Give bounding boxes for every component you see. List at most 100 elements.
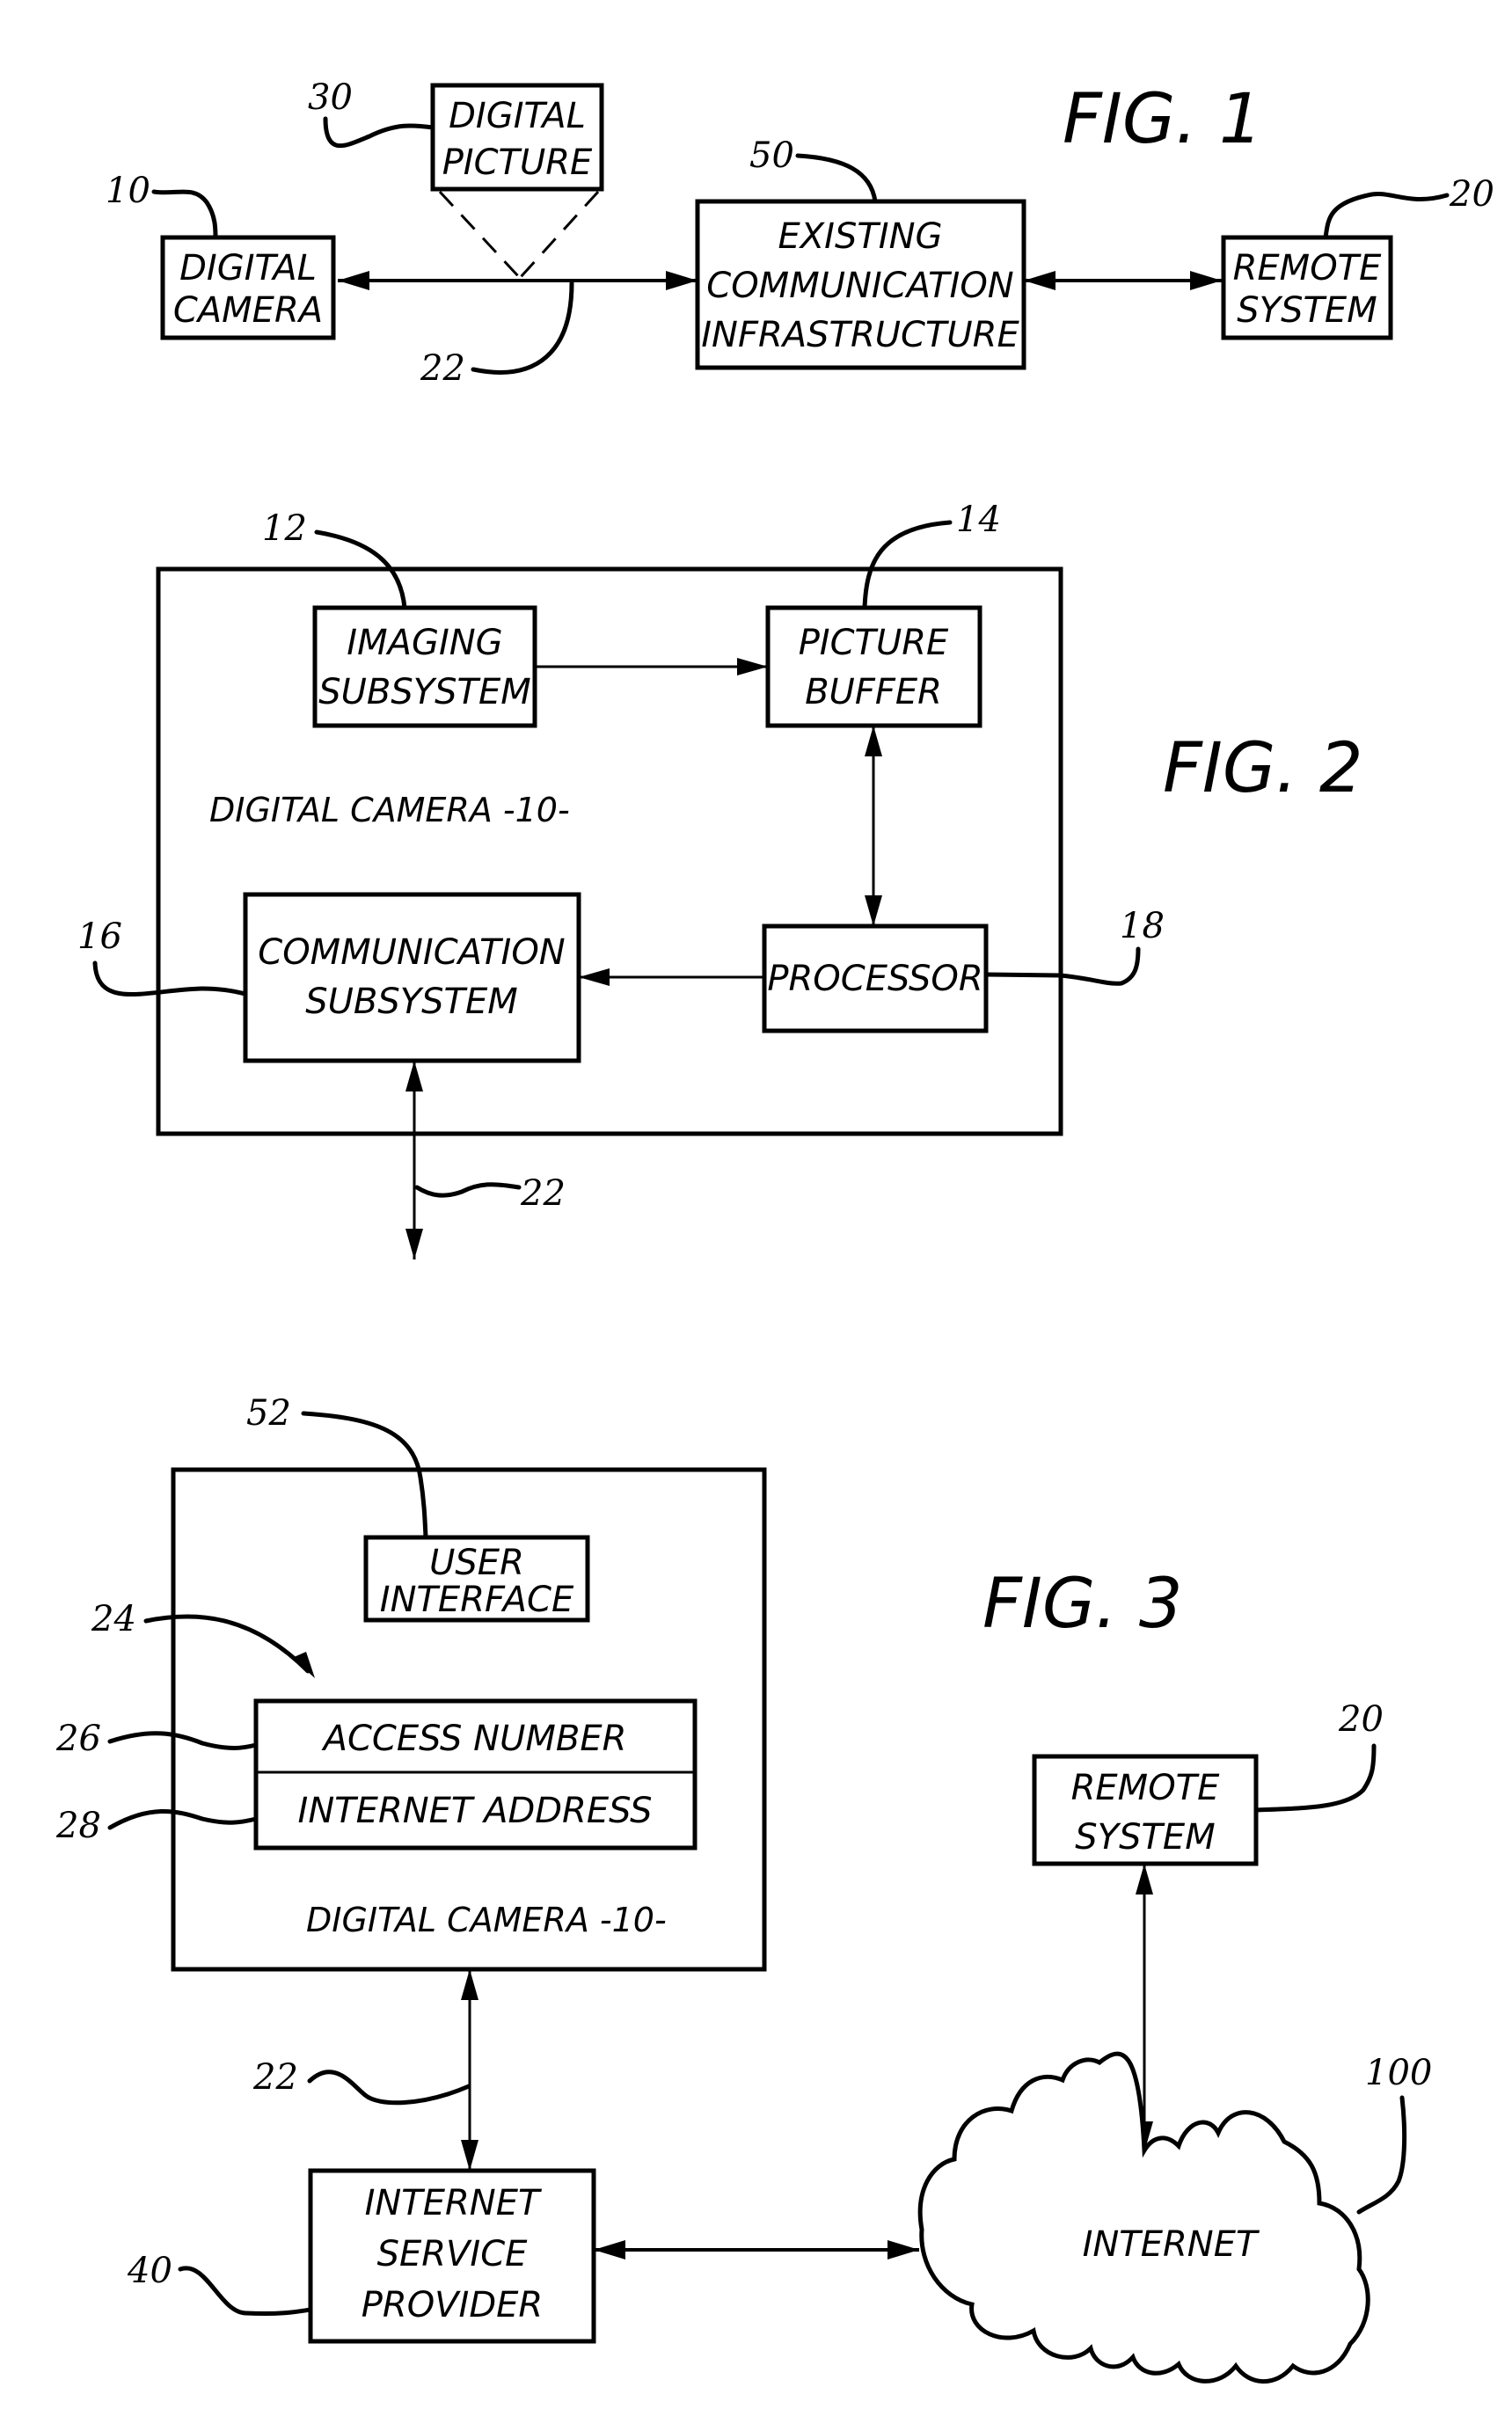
fig3-isp-label-line1: INTERNET: [365, 2183, 543, 2223]
fig1-title: FIG. 1: [1063, 80, 1263, 159]
fig2-title: FIG. 2: [1163, 729, 1363, 808]
fig1-infra-label-line1: EXISTING: [778, 216, 942, 257]
fig1-remote-label-line1: REMOTE: [1233, 248, 1382, 288]
fig1-leader-50: [795, 153, 878, 204]
fig2-imaging-to-buffer-arrow: [535, 658, 768, 675]
fig2-ref-16: 16: [77, 916, 122, 957]
arrowhead-up: [865, 726, 882, 756]
fig2-leader-14: [862, 520, 953, 610]
fig2-ref-12: 12: [262, 508, 307, 549]
fig1-digital-camera-label-line2: CAMERA: [173, 290, 323, 331]
fig3-leader-28: [107, 1808, 259, 1830]
figure-3: FIG. 3 DIGITAL CAMERA -10- USER INTERFAC…: [55, 1393, 1432, 2384]
fig2-communication-subsystem-box: COMMUNICATION SUBSYSTEM: [243, 892, 581, 1063]
fig2-container-caption: DIGITAL CAMERA -10-: [209, 791, 570, 829]
arrowhead-right: [737, 658, 768, 675]
figure-1: FIG. 1 DIGITAL CAMERA DIGITAL PICTURE EX…: [106, 77, 1494, 389]
fig3-internet-address-field: INTERNET ADDRESS: [298, 1791, 653, 1831]
fig3-ref-40: 40: [127, 2251, 172, 2291]
fig3-leader-52: [301, 1411, 428, 1540]
fig2-ref-14: 14: [956, 500, 1001, 540]
fig2-external-link-arrow: [405, 1061, 423, 1259]
arrowhead-up: [1136, 1864, 1153, 1894]
fig2-buffer-label-line2: BUFFER: [805, 672, 942, 712]
fig1-remote-label-line2: SYSTEM: [1237, 290, 1377, 331]
arrowhead-up: [405, 1061, 423, 1091]
fig3-isp-label-line3: PROVIDER: [362, 2285, 543, 2325]
fig1-remote-system-box: REMOTE SYSTEM: [1221, 235, 1393, 340]
fig3-ref-28: 28: [55, 1806, 101, 1846]
fig2-leader-16: [92, 960, 248, 996]
fig2-buffer-label-line1: PICTURE: [799, 623, 949, 663]
fig3-isp-internet-arrow: [594, 2240, 919, 2259]
fig3-leader-26: [107, 1731, 259, 1750]
fig3-ref-24: 24: [91, 1599, 136, 1639]
fig3-leader-24: [143, 1614, 310, 1674]
fig2-leader-22: [414, 1182, 522, 1198]
arrowhead-right: [1190, 271, 1222, 290]
fig1-ref-10: 10: [106, 171, 150, 211]
arrowhead-left: [1024, 271, 1055, 290]
fig1-existing-infrastructure-box: EXISTING COMMUNICATION INFRASTRUCTURE: [695, 199, 1026, 370]
fig1-infra-remote-arrow: [1024, 271, 1222, 290]
fig3-register-box: ACCESS NUMBER INTERNET ADDRESS: [253, 1698, 698, 1851]
fig1-ref-50: 50: [749, 135, 794, 176]
fig1-digital-picture-label-line1: DIGITAL: [449, 96, 586, 136]
fig1-digital-picture-label-line2: PICTURE: [442, 142, 593, 183]
fig3-ref-52: 52: [246, 1393, 291, 1434]
fig3-user-interface-box: USER INTERFACE: [363, 1535, 590, 1623]
arrowhead-down: [405, 1229, 423, 1259]
fig1-leader-22: [471, 281, 574, 375]
arrowhead-down: [461, 2140, 478, 2171]
fig1-ref-30: 30: [308, 77, 353, 118]
fig3-register-arrowhead: [292, 1652, 315, 1678]
fig1-digital-camera-label-line1: DIGITAL: [179, 248, 317, 288]
patent-drawing-sheet: FIG. 1 DIGITAL CAMERA DIGITAL PICTURE EX…: [55, 77, 1494, 2384]
arrowhead-down: [865, 895, 882, 926]
fig3-ui-label-line2: INTERFACE: [380, 1580, 574, 1620]
fig1-digital-picture-box: DIGITAL PICTURE: [430, 83, 604, 192]
arrowhead-left: [579, 968, 610, 986]
fig2-picture-buffer-box: PICTURE BUFFER: [765, 605, 982, 728]
fig3-isp-box: INTERNET SERVICE PROVIDER: [308, 2168, 596, 2344]
fig1-leader-20: [1323, 192, 1450, 240]
arrowhead-left: [338, 271, 369, 290]
fig3-isp-label-line2: SERVICE: [377, 2234, 529, 2274]
arrowhead-up: [461, 1969, 478, 2000]
fig3-access-number-field: ACCESS NUMBER: [321, 1719, 627, 1759]
fig3-remote-label-line1: REMOTE: [1071, 1768, 1220, 1808]
arrowhead-right: [887, 2240, 919, 2259]
fig3-title: FIG. 3: [982, 1565, 1183, 1644]
fig2-processor-label: PROCESSOR: [767, 959, 982, 999]
fig1-leader-10: [151, 189, 218, 240]
fig3-camera-isp-arrow: [461, 1969, 478, 2171]
fig2-ref-18: 18: [1120, 906, 1165, 946]
fig1-projection-line-left: [438, 190, 522, 280]
fig2-comm-label-line1: COMMUNICATION: [258, 932, 565, 973]
fig1-infra-label-line3: INFRASTRUCTURE: [701, 315, 1019, 355]
fig2-imaging-subsystem-box: IMAGING SUBSYSTEM: [312, 605, 537, 728]
fig1-infra-label-line2: COMMUNICATION: [706, 266, 1013, 306]
fig2-buffer-processor-arrow: [865, 726, 882, 926]
fig3-ui-label-line1: USER: [429, 1543, 524, 1583]
fig2-processor-to-comm-arrow: [579, 968, 764, 986]
fig3-ref-20: 20: [1338, 1699, 1384, 1740]
fig2-ref-22: 22: [520, 1173, 566, 1214]
fig3-remote-system-box: REMOTE SYSTEM: [1032, 1754, 1259, 1866]
fig1-ref-22: 22: [420, 348, 465, 389]
fig1-projection-line-right: [518, 190, 600, 280]
fig3-internet-label: INTERNET: [1083, 2224, 1260, 2265]
fig1-digital-camera-box: DIGITAL CAMERA: [160, 235, 336, 340]
figure-2: FIG. 2 DIGITAL CAMERA -10- IMAGING SUBSY…: [77, 500, 1363, 1259]
fig3-remote-label-line2: SYSTEM: [1075, 1817, 1215, 1858]
fig3-leader-40: [178, 2266, 313, 2317]
fig2-comm-label-line2: SUBSYSTEM: [305, 982, 518, 1022]
fig2-imaging-label-line2: SUBSYSTEM: [318, 672, 531, 712]
fig1-leader-30: [323, 116, 435, 149]
fig3-container-caption: DIGITAL CAMERA -10-: [306, 1901, 667, 1939]
fig3-ref-100: 100: [1365, 2053, 1432, 2093]
fig2-processor-box: PROCESSOR: [762, 923, 989, 1033]
fig3-leader-20: [1253, 1743, 1377, 1813]
fig3-leader-100: [1356, 2095, 1407, 2215]
fig3-ref-26: 26: [55, 1719, 101, 1759]
